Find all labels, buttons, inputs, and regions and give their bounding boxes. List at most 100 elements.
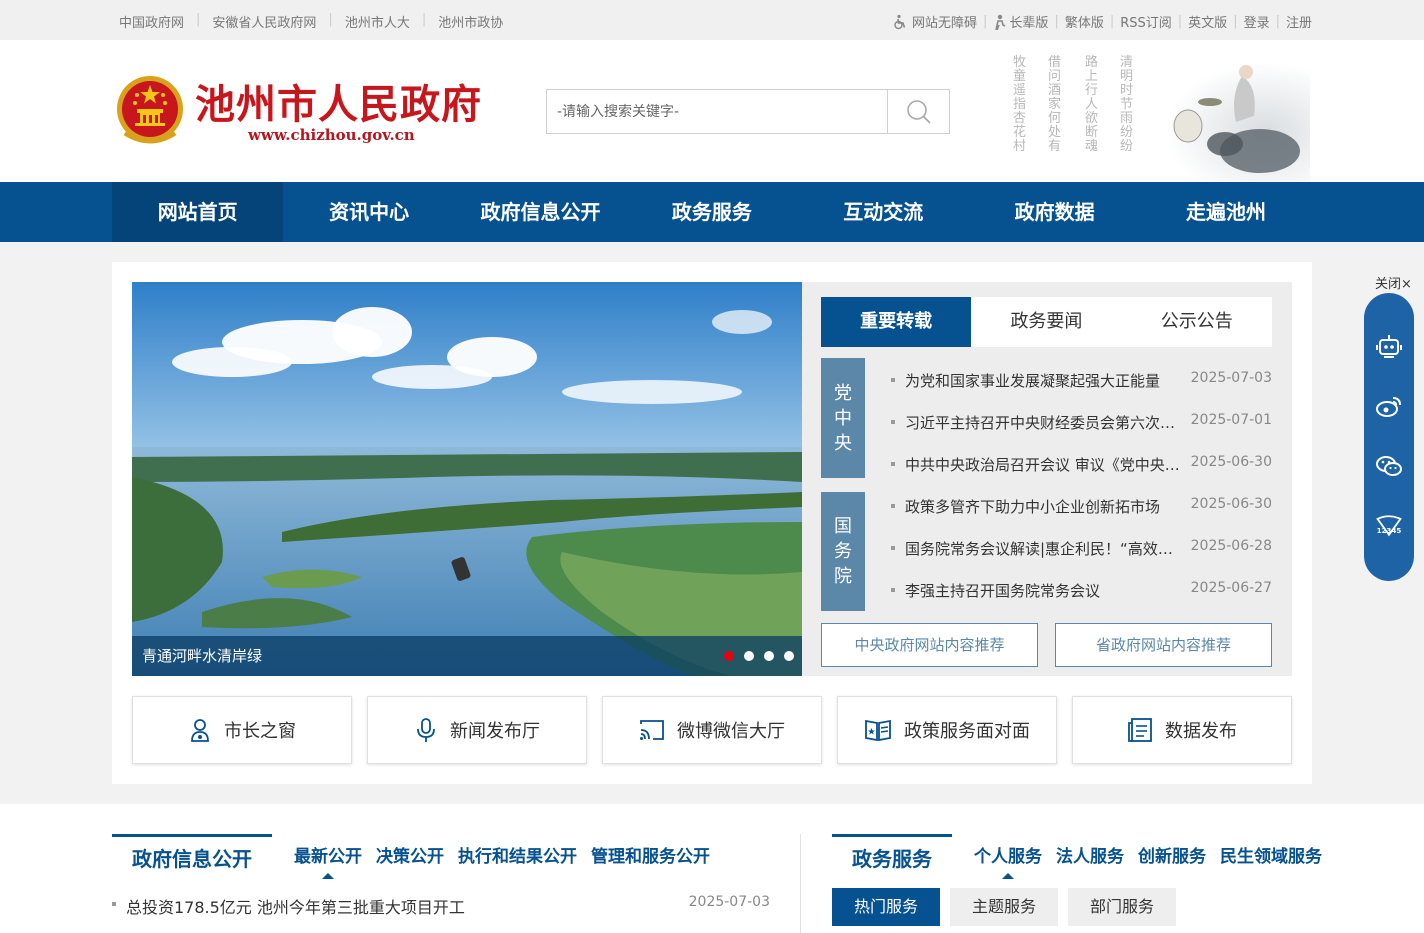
slider-dot-1[interactable]	[724, 651, 734, 661]
quick-link-label: 数据发布	[1165, 721, 1237, 742]
subtab-decision[interactable]: 决策公开	[376, 842, 444, 867]
section-divider	[800, 834, 801, 933]
info-open-title[interactable]: 政府信息公开	[112, 834, 272, 878]
news-title[interactable]: 国务院常务会议解读|惠企利民！“高效办成一件事”	[905, 538, 1183, 559]
data-release-button[interactable]: 数据发布	[1072, 696, 1292, 764]
subtab-management[interactable]: 管理和服务公开	[591, 842, 710, 867]
nav-news-center[interactable]: 资讯中心	[283, 182, 454, 242]
divider: |	[983, 14, 988, 29]
weibo-icon[interactable]	[1374, 391, 1404, 421]
nav-gov-service[interactable]: 政务服务	[626, 182, 797, 242]
main-nav: 网站首页 资讯中心 政府信息公开 政务服务 互动交流 政府数据 走遍池州	[0, 182, 1424, 242]
news-title[interactable]: 政策多管齐下助力中小企业创新拓市场	[905, 496, 1183, 517]
nav-interaction[interactable]: 互动交流	[798, 182, 969, 242]
register-link[interactable]: 注册	[1286, 12, 1312, 31]
subtab-execution[interactable]: 执行和结果公开	[458, 842, 577, 867]
microphone-icon	[414, 717, 438, 743]
search-button[interactable]	[887, 90, 949, 133]
link-chizhou-npc[interactable]: 池州市人大	[345, 12, 410, 31]
slider-dot-4[interactable]	[784, 651, 794, 661]
provincial-gov-recommend-button[interactable]: 省政府网站内容推荐	[1055, 623, 1272, 667]
tag-char: 党	[834, 382, 852, 404]
news-title[interactable]: 为党和国家事业发展凝聚起强大正能量	[905, 370, 1183, 391]
mayor-window-button[interactable]: 市长之窗	[132, 696, 352, 764]
tab-theme-services[interactable]: 主题服务	[950, 888, 1058, 926]
link-china-gov[interactable]: 中国政府网	[119, 12, 184, 31]
list-item[interactable]: 习近平主持召开中央财经委员会第六次会议 2025-07-01	[891, 412, 1272, 432]
top-bar: 中国政府网 | 安徽省人民政府网 | 池州市人大 | 池州市政协 网站无障碍 | 长辈…	[0, 0, 1424, 40]
site-header: 池州市人民政府 www.chizhou.gov.cn 清明时节雨纷纷 路上行人欲…	[0, 40, 1424, 182]
news-title[interactable]: 习近平主持召开中央财经委员会第六次会议	[905, 412, 1183, 433]
poem-line-3: 借问酒家何处有	[1048, 55, 1062, 154]
subtab-livelihood[interactable]: 民生领域服务	[1220, 842, 1322, 867]
link-chizhou-cppcc[interactable]: 池州市政协	[438, 12, 503, 31]
subtab-innovation[interactable]: 创新服务	[1138, 842, 1206, 867]
site-url: www.chizhou.gov.cn	[248, 126, 415, 144]
gov-service-subtabs: 个人服务 法人服务 创新服务 民生领域服务	[974, 842, 1336, 879]
svg-text:12345: 12345	[1377, 526, 1402, 535]
tab-gov-news[interactable]: 政务要闻	[971, 297, 1121, 347]
tag-char: 国	[834, 516, 852, 537]
traditional-link[interactable]: 繁体版	[1065, 12, 1104, 31]
elder-mode-link[interactable]: 长辈版	[993, 12, 1048, 31]
wechat-icon[interactable]	[1374, 451, 1404, 481]
press-room-button[interactable]: 新闻发布厅	[367, 696, 587, 764]
hotline-12345-icon[interactable]: 12345	[1374, 511, 1404, 541]
tab-department-services[interactable]: 部门服务	[1068, 888, 1176, 926]
gov-service-title[interactable]: 政务服务	[832, 834, 952, 878]
elder-icon	[995, 14, 1006, 30]
accessibility-link[interactable]: 网站无障碍	[892, 12, 977, 31]
tab-hot-services[interactable]: 热门服务	[832, 888, 940, 926]
top-right-links: 网站无障碍 | 长辈版 | 繁体版 | RSS订阅 | 英文版 | 登录 | 注册	[892, 12, 1312, 31]
bullet	[891, 504, 895, 508]
weibo-wechat-hall-button[interactable]: 微博微信大厅	[602, 696, 822, 764]
news-title[interactable]: 中共中央政治局召开会议 审议《党中央决策议事协调机构工作条例》	[905, 454, 1183, 475]
quick-link-label: 政策服务面对面	[904, 721, 1030, 742]
subtab-latest[interactable]: 最新公开	[294, 842, 362, 879]
quick-links: 市长之窗 新闻发布厅 微博微信大厅 政策服务面对面 数据发布	[132, 696, 1292, 764]
nav-info-open[interactable]: 政府信息公开	[455, 182, 626, 242]
document-list-icon	[1127, 717, 1153, 743]
divider: |	[1177, 14, 1183, 29]
news-date: 2025-07-03	[1190, 370, 1272, 386]
info-date: 2025-07-03	[688, 894, 770, 910]
side-widget-close[interactable]: 关闭×	[1375, 273, 1412, 292]
policy-service-button[interactable]: 政策服务面对面	[837, 696, 1057, 764]
news-date: 2025-06-30	[1190, 454, 1272, 470]
group-tag-party-central[interactable]: 党 中 央	[821, 358, 865, 478]
lake-landscape-image	[132, 282, 802, 676]
central-gov-recommend-button[interactable]: 中央政府网站内容推荐	[821, 623, 1038, 667]
top-left-links: 中国政府网 | 安徽省人民政府网 | 池州市人大 | 池州市政协	[119, 12, 515, 31]
book-icon	[864, 718, 892, 742]
list-item[interactable]: 中共中央政治局召开会议 审议《党中央决策议事协调机构工作条例》 2025-06-…	[891, 454, 1272, 474]
list-item[interactable]: 李强主持召开国务院常务会议 2025-06-27	[891, 580, 1272, 600]
group-tag-state-council[interactable]: 国 务 院	[821, 492, 865, 611]
news-title[interactable]: 李强主持召开国务院常务会议	[905, 580, 1183, 601]
tab-announcements[interactable]: 公示公告	[1122, 297, 1272, 347]
tag-char: 央	[834, 432, 852, 454]
list-item[interactable]: 为党和国家事业发展凝聚起强大正能量 2025-07-03	[891, 370, 1272, 390]
nav-explore-chizhou[interactable]: 走遍池州	[1140, 182, 1311, 242]
subtab-personal[interactable]: 个人服务	[974, 842, 1042, 879]
news-date: 2025-06-27	[1190, 580, 1272, 596]
info-title[interactable]: 总投资178.5亿元 池州今年第三批重大项目开工	[126, 894, 465, 918]
nav-home[interactable]: 网站首页	[112, 182, 284, 242]
nav-gov-data[interactable]: 政府数据	[969, 182, 1140, 242]
english-link[interactable]: 英文版	[1188, 12, 1227, 31]
login-link[interactable]: 登录	[1244, 12, 1270, 31]
subtab-legal-person[interactable]: 法人服务	[1056, 842, 1124, 867]
photo-slider[interactable]: 青通河畔水清岸绿	[132, 282, 802, 676]
site-title[interactable]: 池州市人民政府	[195, 72, 482, 130]
national-emblem-icon[interactable]	[115, 73, 185, 147]
service-tabs: 热门服务 主题服务 部门服务	[832, 888, 1186, 926]
tab-important-reprint[interactable]: 重要转载	[821, 297, 972, 347]
rss-link[interactable]: RSS订阅	[1120, 12, 1172, 31]
list-item[interactable]: 政策多管齐下助力中小企业创新拓市场 2025-06-30	[891, 496, 1272, 516]
slider-dot-2[interactable]	[744, 651, 754, 661]
search-input[interactable]	[547, 90, 887, 133]
robot-icon[interactable]	[1374, 331, 1404, 361]
slider-dot-3[interactable]	[764, 651, 774, 661]
link-anhui-gov[interactable]: 安徽省人民政府网	[212, 12, 316, 31]
tag-char: 务	[834, 541, 852, 562]
list-item[interactable]: 国务院常务会议解读|惠企利民！“高效办成一件事” 2025-06-28	[891, 538, 1272, 558]
